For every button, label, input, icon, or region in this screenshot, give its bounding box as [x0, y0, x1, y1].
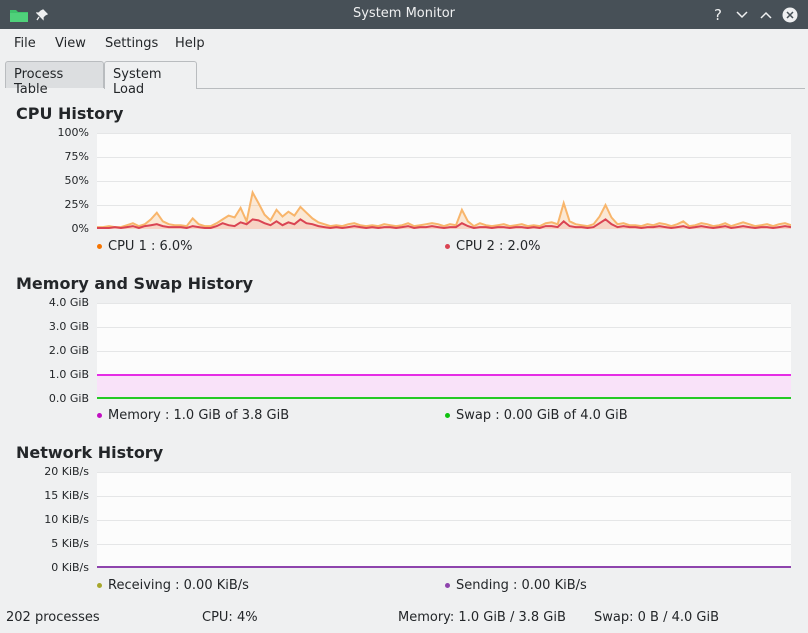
- status-memory: Memory: 1.0 GiB / 3.8 GiB: [398, 610, 566, 625]
- minimize-icon[interactable]: [733, 0, 751, 29]
- receiving-legend-label: Receiving : 0.00 KiB/s: [108, 578, 249, 593]
- mem-ytick-2: 2.0 GiB: [48, 344, 89, 357]
- memory-legend: Memory : 1.0 GiB of 3.8 GiB: [97, 408, 289, 423]
- mem-ytick-1: 1.0 GiB: [48, 368, 89, 381]
- receiving-legend: Receiving : 0.00 KiB/s: [97, 578, 249, 593]
- cpu-ytick-100: 100%: [57, 126, 89, 139]
- title-bar: System Monitor ?: [0, 0, 808, 29]
- cpu1-legend-label: CPU 1 : 6.0%: [108, 239, 193, 254]
- window-title: System Monitor: [352, 6, 456, 21]
- cpu-history-chart: [97, 133, 792, 230]
- sending-legend-label: Sending : 0.00 KiB/s: [456, 578, 587, 593]
- swap-legend-dot: [445, 413, 450, 418]
- memory-history-chart: [97, 303, 791, 400]
- cpu-ytick-50: 50%: [64, 174, 89, 187]
- swap-legend-label: Swap : 0.00 GiB of 4.0 GiB: [456, 408, 628, 423]
- mem-ytick-4: 4.0 GiB: [48, 296, 89, 309]
- cpu2-legend: CPU 2 : 2.0%: [445, 239, 541, 254]
- tab-pane-border: [197, 88, 805, 89]
- tab-system-load-label: System Load: [113, 67, 162, 97]
- memory-series-area-0: [97, 375, 791, 399]
- cpu2-legend-label: CPU 2 : 2.0%: [456, 239, 541, 254]
- net-ytick-20: 20 KiB/s: [44, 465, 89, 478]
- menu-file[interactable]: File: [14, 36, 36, 51]
- cpu1-legend: CPU 1 : 6.0%: [97, 239, 193, 254]
- menu-bar: File View Settings Help: [0, 29, 808, 59]
- net-ytick-0: 0 KiB/s: [51, 561, 89, 574]
- net-ytick-10: 10 KiB/s: [44, 513, 89, 526]
- tab-process-table[interactable]: Process Table: [5, 61, 104, 97]
- memory-legend-label: Memory : 1.0 GiB of 3.8 GiB: [108, 408, 290, 423]
- mem-ytick-0: 0.0 GiB: [48, 392, 89, 405]
- cpu-ytick-75: 75%: [64, 150, 89, 163]
- mem-ytick-3: 3.0 GiB: [48, 320, 89, 333]
- status-cpu: CPU: 4%: [202, 610, 258, 625]
- cpu2-legend-dot: [445, 244, 450, 249]
- tab-system-load[interactable]: System Load: [104, 61, 197, 97]
- cpu-history-title: CPU History: [16, 104, 124, 123]
- net-ytick-5: 5 KiB/s: [51, 537, 89, 550]
- network-history-chart: [97, 472, 791, 569]
- cpu1-legend-dot: [97, 244, 102, 249]
- network-history-title: Network History: [16, 443, 164, 462]
- sending-legend-dot: [445, 583, 450, 588]
- menu-settings[interactable]: Settings: [105, 36, 158, 51]
- memory-history-title: Memory and Swap History: [16, 274, 254, 293]
- close-icon[interactable]: [780, 0, 800, 29]
- net-ytick-15: 15 KiB/s: [44, 489, 89, 502]
- cpu-ytick-25: 25%: [64, 198, 89, 211]
- status-processes: 202 processes: [6, 610, 100, 625]
- memory-legend-dot: [97, 413, 102, 418]
- cpu-ytick-0: 0%: [71, 222, 89, 235]
- sending-legend: Sending : 0.00 KiB/s: [445, 578, 587, 593]
- status-swap: Swap: 0 B / 4.0 GiB: [594, 610, 719, 625]
- tab-process-table-label: Process Table: [14, 67, 64, 97]
- cpu-series-line-0: [97, 189, 792, 229]
- swap-legend: Swap : 0.00 GiB of 4.0 GiB: [445, 408, 628, 423]
- menu-help[interactable]: Help: [175, 36, 205, 51]
- help-icon[interactable]: ?: [709, 0, 727, 29]
- maximize-icon[interactable]: [757, 0, 775, 29]
- memory-history-plot: [97, 303, 791, 400]
- cpu-history-plot: [97, 133, 792, 230]
- receiving-legend-dot: [97, 583, 102, 588]
- menu-view[interactable]: View: [55, 36, 86, 51]
- network-history-plot: [97, 472, 791, 569]
